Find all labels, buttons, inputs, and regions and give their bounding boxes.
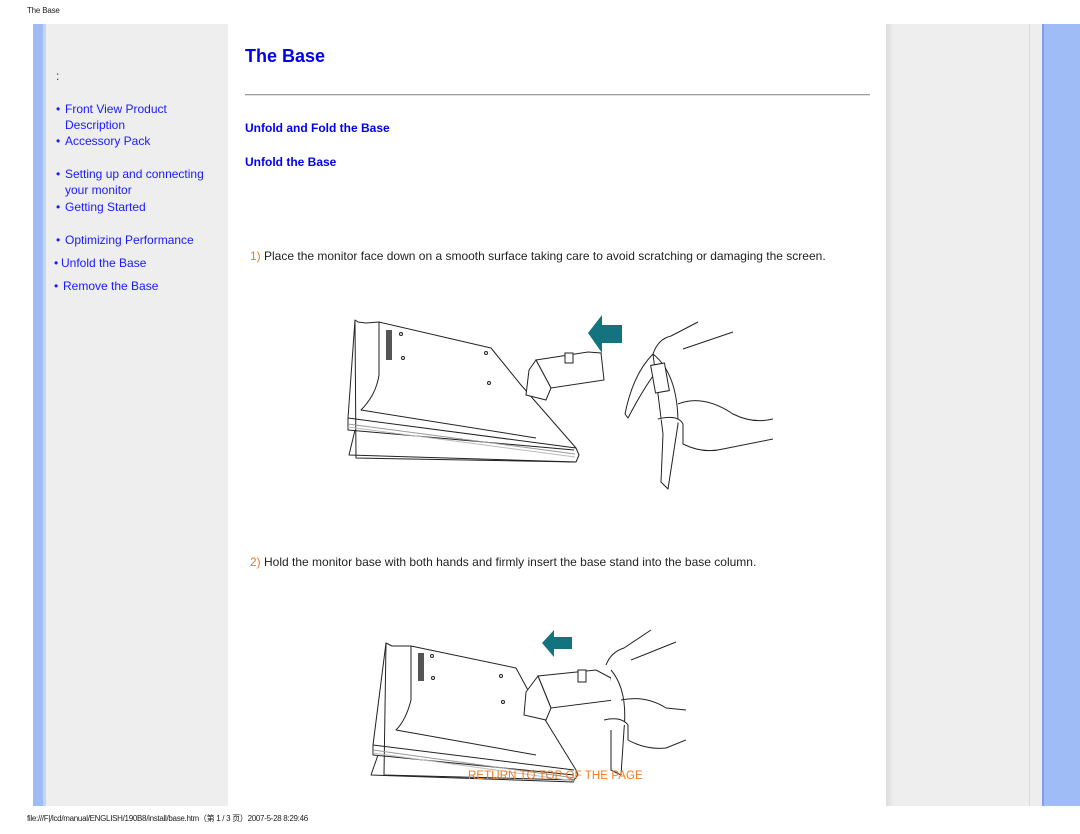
sidebar-item-label: Getting Started <box>65 200 146 214</box>
main-content: The Base Unfold and Fold the Base Unfold… <box>228 24 886 806</box>
left-decorative-stripe <box>33 24 43 806</box>
arrow-left-icon <box>588 315 622 353</box>
sidebar-item-front-view-product-description[interactable]: • Front View Product Description <box>56 101 167 133</box>
base-column-drawing <box>525 351 605 401</box>
right-panel-gap <box>1030 24 1042 806</box>
hands-holding-base-drawing <box>624 321 773 490</box>
bullet-icon: • <box>56 233 61 247</box>
hands-holding-base-drawing <box>603 629 686 776</box>
brand-logo <box>386 330 392 360</box>
step-2: 2) Hold the monitor base with both hands… <box>250 554 850 570</box>
sidebar-item-optimizing-performance[interactable]: • Optimizing Performance <box>56 232 194 248</box>
sidebar: : • Front View Product Description • Access… <box>46 24 228 806</box>
bullet-icon: • <box>54 279 59 293</box>
step-text: Place the monitor face down on a smooth … <box>264 249 826 263</box>
sidebar-item-label: Setting up and connecting <box>65 167 204 181</box>
print-footer: file:///F|/lcd/manual/ENGLISH/190B8/inst… <box>27 814 308 823</box>
sidebar-item-unfold-the-base[interactable]: • Unfold the Base <box>54 255 146 271</box>
arrow-left-icon <box>542 630 572 657</box>
right-panel <box>894 24 1030 806</box>
step-1: 1) Place the monitor face down on a smoo… <box>250 248 850 264</box>
return-to-top-link[interactable]: RETURN TO TOP OF THE PAGE <box>468 770 643 782</box>
bullet-icon: • <box>56 102 61 116</box>
sidebar-item-label: Unfold the Base <box>61 256 147 270</box>
sidebar-item-label-line2: your monitor <box>65 183 132 197</box>
brand-logo <box>418 653 424 681</box>
sidebar-item-label: Optimizing Performance <box>65 233 194 247</box>
illustration-step-2 <box>370 629 686 783</box>
horizontal-rule <box>245 94 870 96</box>
bullet-icon: • <box>56 134 61 148</box>
sidebar-item-label: Remove the Base <box>63 279 159 293</box>
section-heading: Unfold and Fold the Base <box>245 121 390 135</box>
sidebar-item-label-line2: Description <box>65 118 126 132</box>
bullet-icon: • <box>56 167 61 181</box>
sidebar-item-remove-the-base[interactable]: • Remove the Base <box>54 278 158 294</box>
step-number: 1) <box>250 249 261 263</box>
subsection-heading: Unfold the Base <box>245 155 337 169</box>
right-panel-shadow <box>886 24 894 806</box>
sidebar-item-accessory-pack[interactable]: • Accessory Pack <box>56 133 150 149</box>
print-header: The Base <box>27 6 60 15</box>
right-decorative-stripe <box>1044 24 1080 806</box>
sidebar-colon: : <box>56 69 60 83</box>
bullet-icon: • <box>54 256 59 270</box>
step-number: 2) <box>250 555 261 569</box>
step-text: Hold the monitor base with both hands an… <box>264 555 757 569</box>
bullet-icon: • <box>56 200 61 214</box>
base-column-drawing <box>523 669 615 721</box>
page-title: The Base <box>245 46 326 66</box>
sidebar-item-label: Accessory Pack <box>65 134 151 148</box>
sidebar-item-label: Front View Product <box>65 102 167 116</box>
sidebar-item-getting-started[interactable]: • Getting Started <box>56 199 146 215</box>
sidebar-item-setting-up-and-connecting[interactable]: • Setting up and connecting your monitor <box>56 166 204 198</box>
